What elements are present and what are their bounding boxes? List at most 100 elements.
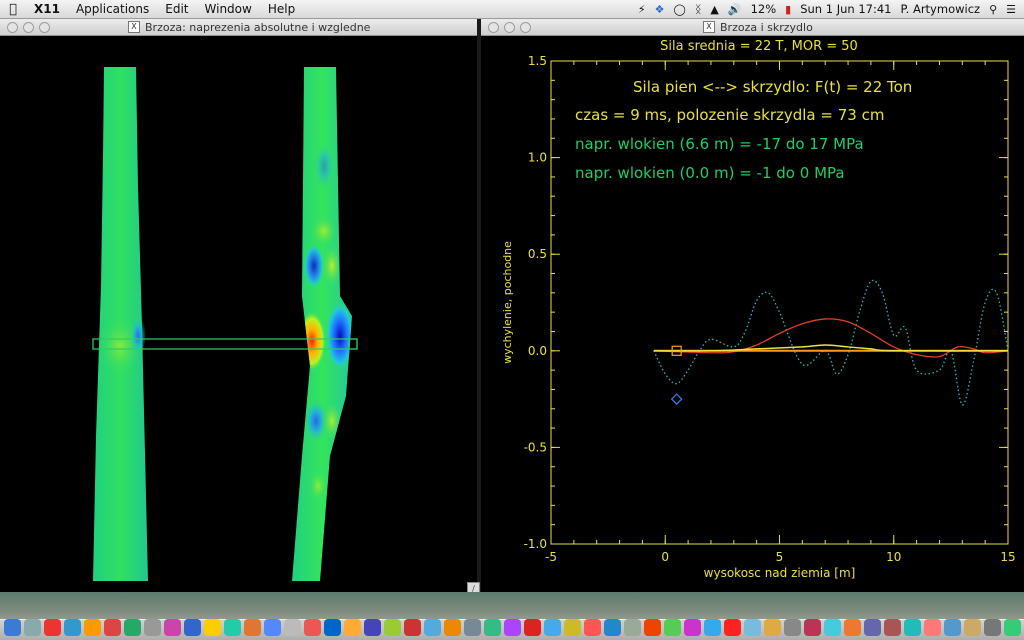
dock-app-icon[interactable] [104,619,121,636]
dock-app-icon[interactable] [204,619,221,636]
dock-app-icon[interactable] [724,619,741,636]
dock-app-icon[interactable] [144,619,161,636]
dock-app-icon[interactable] [624,619,641,636]
dock-app-icon[interactable] [304,619,321,636]
dock-app-icon[interactable] [444,619,461,636]
dock-app-icon[interactable] [524,619,541,636]
zoom-button[interactable] [520,21,531,33]
menu-window[interactable]: Window [197,2,260,16]
dock-app-icon[interactable] [24,619,41,636]
dock-app-icon[interactable] [824,619,841,636]
dock-app-icon[interactable] [344,619,361,636]
volume-icon[interactable]: 🔊 [728,3,742,16]
left-window-titlebar[interactable]: X Brzoza: naprezenia absolutne i wzgledn… [0,19,477,36]
x-tick-label: 0 [661,550,669,564]
x-tick-label: 15 [1000,550,1015,564]
dock-app-icon[interactable] [584,619,601,636]
dock-app-icon[interactable] [544,619,561,636]
dock-app-icon[interactable] [964,619,981,636]
x11-icon: X [703,21,715,33]
battery-icon[interactable]: ▮ [785,3,791,16]
dock-app-icon[interactable] [224,619,241,636]
dock-app-icon[interactable] [184,619,201,636]
menu-bar:  X11 Applications Edit Window Help ⚡ ❖ … [0,0,1024,19]
dock [0,592,1024,640]
minimize-button[interactable] [23,21,34,33]
battery-percent[interactable]: 12% [751,2,777,16]
dock-app-icon[interactable] [844,619,861,636]
zoom-button[interactable] [39,21,50,33]
dock-app-icon[interactable] [44,619,61,636]
window-controls [481,21,531,33]
dock-app-icon[interactable] [744,619,761,636]
dock-app-icon[interactable] [664,619,681,636]
spotlight-icon[interactable]: ⚲ [989,3,997,16]
wifi-icon[interactable]: ▲ [710,3,718,16]
right-window-titlebar[interactable]: X Brzoza i skrzydlo [481,19,1024,36]
menu-applications[interactable]: Applications [68,2,157,16]
dock-app-icon[interactable] [64,619,81,636]
dock-app-icon[interactable] [404,619,421,636]
dock-app-icon[interactable] [784,619,801,636]
dock-app-icon[interactable] [4,619,21,636]
info-stress-0m-line: napr. wlokien (0.0 m) = -1 do 0 MPa [575,164,845,182]
dock-app-icon[interactable] [644,619,661,636]
chat-icon[interactable]: ◯ [674,3,686,16]
status-area: ⚡ ❖ ◯ ᛝ ▲ 🔊 12% ▮ Sun 1 Jun 17:41 P. Art… [638,2,1024,16]
dock-app-icon[interactable] [704,619,721,636]
menu-help[interactable]: Help [260,2,303,16]
dock-app-icon[interactable] [924,619,941,636]
dock-app-icon[interactable] [504,619,521,636]
y-tick-label: 1.0 [528,151,547,165]
dock-app-icon[interactable] [464,619,481,636]
info-force-line: Sila pien <--> skrzydlo: F(t) = 22 Ton [633,78,912,96]
close-button[interactable] [488,21,499,33]
stress-visualization [92,67,358,581]
dock-app-icon[interactable] [324,619,341,636]
clock[interactable]: Sun 1 Jun 17:41 [800,2,891,16]
y-axis-label: wychylenie, pochodne [501,241,514,364]
dock-app-icon[interactable] [384,619,401,636]
dock-app-icon[interactable] [804,619,821,636]
close-button[interactable] [7,21,18,33]
lightning-icon[interactable]: ⚡ [638,3,646,16]
chart-header: Sila srednia = 22 T, MOR = 50 [660,39,858,54]
wing-marker-end [348,338,358,350]
dock-app-icon[interactable] [984,619,1001,636]
dock-app-icon[interactable] [264,619,281,636]
dock-app-icon[interactable] [284,619,301,636]
dock-app-icon[interactable] [604,619,621,636]
apple-menu-icon[interactable]:  [0,2,26,17]
stress-plot-canvas [0,36,477,592]
y-tick-label: 1.5 [528,54,547,68]
minimize-button[interactable] [504,21,515,33]
x-tick-label: 5 [776,550,784,564]
y-tick-label: -1.0 [524,537,547,551]
window-controls [0,21,50,33]
user-name[interactable]: P. Artymowicz [901,2,981,16]
dock-app-icon[interactable] [244,619,261,636]
deflection-chart: Sila srednia = 22 T, MOR = 50 Sila pien … [501,39,1016,580]
dock-app-icon[interactable] [864,619,881,636]
right-window: X Brzoza i skrzydlo Sila srednia = 22 T,… [481,19,1024,592]
y-tick-label: -0.5 [524,440,547,454]
menu-edit[interactable]: Edit [157,2,196,16]
dock-app-icon[interactable] [904,619,921,636]
dock-app-icon[interactable] [564,619,581,636]
dock-app-icon[interactable] [1004,619,1021,636]
dock-app-icon[interactable] [884,619,901,636]
dock-app-icon[interactable] [944,619,961,636]
dock-app-icon[interactable] [364,619,381,636]
dock-app-icon[interactable] [124,619,141,636]
dock-app-icon[interactable] [424,619,441,636]
dropbox-icon[interactable]: ❖ [655,3,665,16]
dock-app-icon[interactable] [164,619,181,636]
dock-app-icon[interactable] [684,619,701,636]
bluetooth-icon[interactable]: ᛝ [695,3,702,16]
info-stress-6m-line: napr. wlokien (6.6 m) = -17 do 17 MPa [575,135,864,153]
dock-app-icon[interactable] [764,619,781,636]
dock-app-icon[interactable] [84,619,101,636]
notification-list-icon[interactable]: ☰ [1006,3,1016,16]
dock-app-icon[interactable] [484,619,501,636]
menu-app[interactable]: X11 [26,2,68,16]
